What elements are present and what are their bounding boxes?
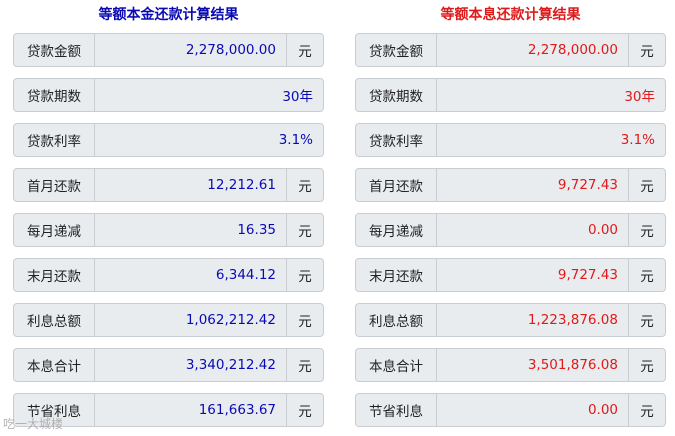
result-row-last-month-payment: 末月还款 6,344.12 元 [13, 258, 324, 292]
row-value: 9,727.43 [557, 177, 618, 193]
row-label: 贷款利率 [356, 124, 437, 156]
row-value: 161,663.67 [198, 402, 276, 418]
row-label: 首月还款 [14, 169, 95, 201]
row-label: 每月递减 [14, 214, 95, 246]
row-value: 16.35 [237, 222, 276, 238]
row-value: 3.1% [620, 132, 655, 148]
row-unit: 元 [286, 169, 323, 201]
equal-installment-panel: 等额本息还款计算结果 贷款金额 2,278,000.00 元 贷款期数 30年 … [355, 0, 666, 427]
row-value: 9,727.43 [557, 267, 618, 283]
row-label: 贷款金额 [14, 34, 95, 66]
row-label: 首月还款 [356, 169, 437, 201]
row-label: 本息合计 [14, 349, 95, 381]
row-label: 贷款金额 [356, 34, 437, 66]
row-value: 2,278,000.00 [185, 42, 276, 58]
row-label: 利息总额 [356, 304, 437, 336]
watermark: 吃一大城楼 [3, 417, 64, 431]
row-unit: 元 [628, 34, 665, 66]
row-label: 每月递减 [356, 214, 437, 246]
row-label: 贷款期数 [14, 79, 95, 111]
row-unit: 元 [628, 394, 665, 426]
row-label: 贷款利率 [14, 124, 95, 156]
panel-title: 等额本息还款计算结果 [440, 7, 581, 23]
row-label: 末月还款 [14, 259, 95, 291]
result-row-total-interest: 利息总额 1,223,876.08 元 [355, 303, 666, 337]
row-value: 30年 [282, 89, 313, 105]
equal-principal-panel: 等额本金还款计算结果 贷款金额 2,278,000.00 元 贷款期数 30年 … [13, 0, 324, 427]
row-value: 12,212.61 [207, 177, 276, 193]
result-row-loan-amount: 贷款金额 2,278,000.00 元 [13, 33, 324, 67]
result-row-loan-term: 贷款期数 30年 [355, 78, 666, 112]
row-unit: 元 [628, 349, 665, 381]
row-value: 0.00 [587, 222, 618, 238]
row-label: 末月还款 [356, 259, 437, 291]
panel-title: 等额本金还款计算结果 [98, 7, 239, 23]
result-row-total-interest: 利息总额 1,062,212.42 元 [13, 303, 324, 337]
row-unit: 元 [286, 214, 323, 246]
result-row-monthly-decrease: 每月递减 0.00 元 [355, 213, 666, 247]
result-row-monthly-decrease: 每月递减 16.35 元 [13, 213, 324, 247]
row-value: 1,223,876.08 [527, 312, 618, 328]
row-unit: 元 [628, 169, 665, 201]
row-unit: 元 [286, 349, 323, 381]
row-label: 贷款期数 [356, 79, 437, 111]
row-unit: 元 [286, 304, 323, 336]
row-label: 节省利息 [356, 394, 437, 426]
row-unit: 元 [286, 259, 323, 291]
row-label: 本息合计 [356, 349, 437, 381]
row-value: 3,340,212.42 [185, 357, 276, 373]
row-label: 利息总额 [14, 304, 95, 336]
row-value: 1,062,212.42 [185, 312, 276, 328]
result-row-last-month-payment: 末月还款 9,727.43 元 [355, 258, 666, 292]
row-unit: 元 [286, 34, 323, 66]
result-row-loan-amount: 贷款金额 2,278,000.00 元 [355, 33, 666, 67]
row-unit: 元 [628, 214, 665, 246]
row-value: 0.00 [587, 402, 618, 418]
result-row-interest-saved: 节省利息 0.00 元 [355, 393, 666, 427]
row-value: 3.1% [278, 132, 313, 148]
result-row-interest-rate: 贷款利率 3.1% [13, 123, 324, 157]
row-value: 3,501,876.08 [527, 357, 618, 373]
row-unit: 元 [628, 259, 665, 291]
result-row-interest-rate: 贷款利率 3.1% [355, 123, 666, 157]
result-row-first-month-payment: 首月还款 9,727.43 元 [355, 168, 666, 202]
result-row-total-payment: 本息合计 3,501,876.08 元 [355, 348, 666, 382]
loan-calculator-results: 等额本金还款计算结果 贷款金额 2,278,000.00 元 贷款期数 30年 … [0, 0, 675, 436]
row-unit: 元 [286, 394, 323, 426]
row-value: 30年 [624, 89, 655, 105]
row-value: 2,278,000.00 [527, 42, 618, 58]
result-row-first-month-payment: 首月还款 12,212.61 元 [13, 168, 324, 202]
row-value: 6,344.12 [215, 267, 276, 283]
result-row-total-payment: 本息合计 3,340,212.42 元 [13, 348, 324, 382]
row-unit: 元 [628, 304, 665, 336]
result-row-loan-term: 贷款期数 30年 [13, 78, 324, 112]
